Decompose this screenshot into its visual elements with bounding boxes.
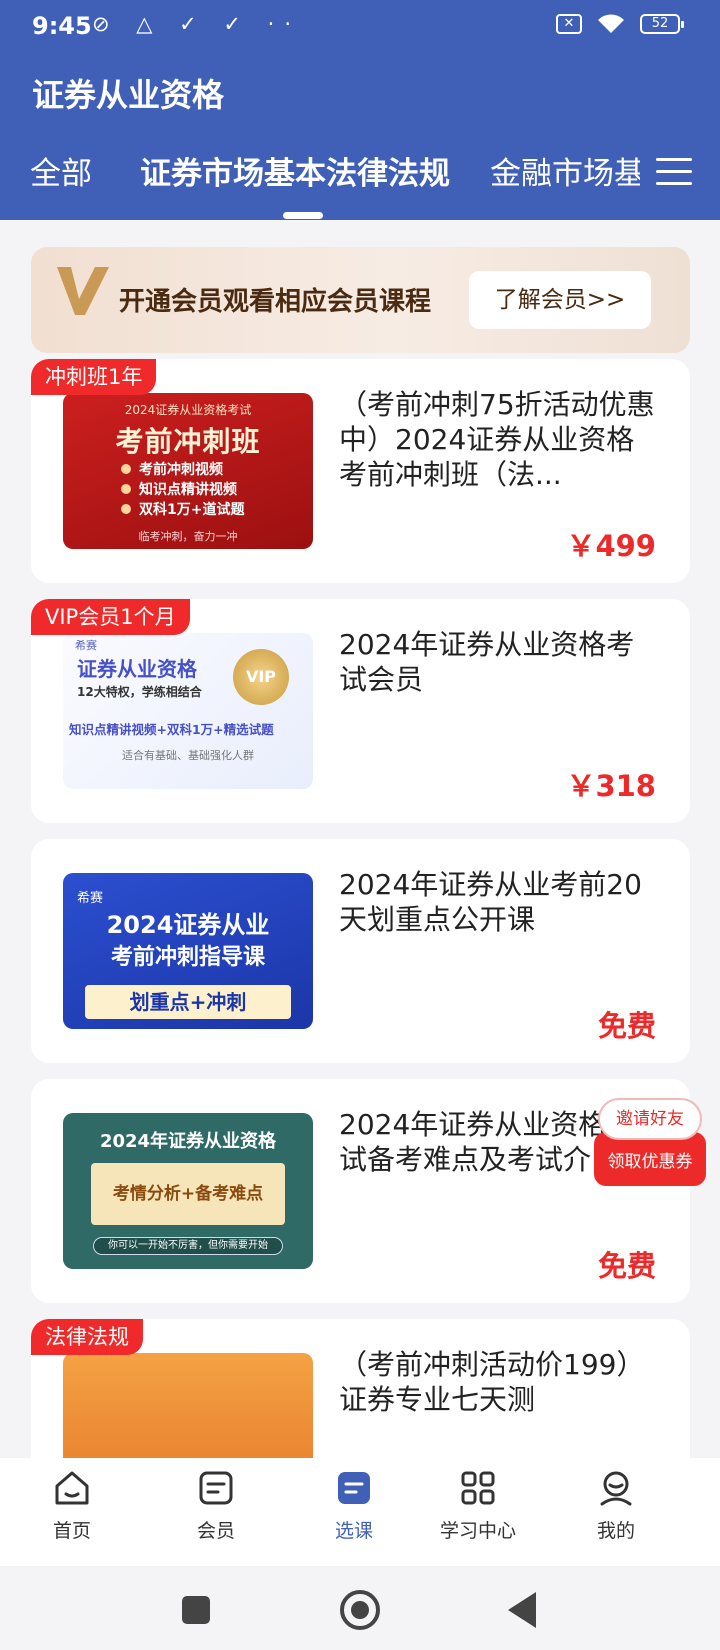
course-title: 2024年证券从业考前20天划重点公开课 [339,868,642,936]
tab-all[interactable]: 全部 [30,148,92,193]
nav-home[interactable]: 首页 [12,1468,132,1543]
thumb-text: 临考冲刺，奋力一冲 [138,530,238,543]
recent-apps-icon[interactable] [182,1596,210,1624]
thumb-text: 考前冲刺视频 [139,462,223,478]
vip-badge-icon: VIP [233,649,289,705]
course-price: 免费 [597,1009,656,1043]
nav-label: 会员 [196,1520,235,1542]
course-price: 免费 [597,1249,656,1283]
thumb-text: 2024年证券从业资格 [99,1131,277,1152]
course-title: （考前冲刺活动价199）证券专业七天测 [339,1348,645,1416]
home-button-icon[interactable] [340,1590,380,1630]
nav-member[interactable]: 会员 [156,1468,276,1543]
nav-label: 首页 [52,1520,91,1542]
vip-banner-text: 开通会员观看相应会员课程 [119,287,432,317]
vip-logo-icon [57,267,109,315]
back-icon[interactable] [508,1592,536,1628]
course-tag: 冲刺班1年 [31,359,157,395]
active-tab-indicator [283,212,323,219]
course-thumbnail: 2024年证券从业资格 考情分析+备考难点 你可以一开始不厉害，但你需要开始 [63,1113,313,1269]
thumb-text: 考情分析+备考难点 [91,1163,285,1225]
learn-membership-button[interactable]: 了解会员>> [469,271,651,329]
vip-banner[interactable]: 开通会员观看相应会员课程 了解会员>> [31,247,690,353]
invite-friends-label[interactable]: 邀请好友 [598,1098,702,1140]
app-header: 9:45 ⊘ △ ✓ ✓ ·· ✕ 52 证券从业资格 全部 证券市场基本法律法… [0,0,720,220]
thumb-text: 考前冲刺指导课 [110,945,265,970]
nav-study-center[interactable]: 学习中心 [418,1468,538,1543]
tab-securities-law[interactable]: 证券市场基本法律法规 [140,148,450,193]
nav-label: 学习中心 [439,1520,516,1542]
get-coupon-button[interactable]: 领取优惠券 [594,1132,706,1186]
nav-courses[interactable]: 选课 [294,1468,414,1543]
course-icon [334,1468,374,1508]
bottom-nav: 首页 会员 选课 学习中心 我的 [0,1458,720,1566]
thumb-text: 双科1万+道试题 [139,502,245,518]
nav-profile[interactable]: 我的 [556,1468,676,1543]
thumb-text: 划重点+冲刺 [85,985,291,1019]
course-card[interactable]: 法律法规 （考前冲刺活动价199）证券专业七天测 [31,1319,690,1458]
course-thumbnail: 希赛 2024证券从业 考前冲刺指导课 划重点+冲刺 [63,873,313,1029]
home-icon [52,1468,92,1508]
course-tag: 法律法规 [31,1319,143,1355]
invite-friends-float[interactable]: 领取优惠券 邀请好友 [594,1098,706,1190]
sim-off-icon: ✕ [556,14,582,34]
thumb-text: 12大特权，学练相结合 [77,685,202,699]
status-time: 9:45 [32,12,92,40]
page-title: 证券从业资格 [32,76,225,114]
thumb-text: 证券从业资格 [77,657,197,681]
menu-icon[interactable] [656,158,692,188]
course-thumbnail: 2024证券从业资格考试 考前冲刺班 考前冲刺视频 知识点精讲视频 双科1万+道… [63,393,313,549]
wifi-icon [596,13,626,35]
thumb-text: 2024证券从业 [106,911,270,939]
thumb-text: 知识点精讲视频 [139,482,237,498]
course-card[interactable]: 希赛 证券从业资格 12大特权，学练相结合 VIP 知识点精讲视频+双科1万+精… [31,599,690,823]
course-tag: VIP会员1个月 [31,599,190,635]
thumb-text: 适合有基础、基础强化人群 [122,749,254,762]
course-title: 2024年证券从业资格考试会员 [339,628,635,696]
nav-label: 选课 [334,1520,373,1542]
thumb-text: 希赛 [75,639,97,652]
course-thumbnail: 希赛 证券从业资格 12大特权，学练相结合 VIP 知识点精讲视频+双科1万+精… [63,633,313,789]
course-list[interactable]: 开通会员观看相应会员课程 了解会员>> 2024证券从业资格考试 考前冲刺班 考… [0,220,720,1458]
category-tabs: 全部 证券市场基本法律法规 金融市场基 [0,148,640,204]
course-price: ￥499 [566,529,656,563]
course-card[interactable]: 2024证券从业资格考试 考前冲刺班 考前冲刺视频 知识点精讲视频 双科1万+道… [31,359,690,583]
notification-icons: ⊘ △ ✓ ✓ ·· [92,12,301,36]
battery-icon: 52 [640,14,684,34]
course-price: ￥318 [566,769,656,803]
system-nav-bar [0,1566,720,1650]
course-card[interactable]: 希赛 2024证券从业 考前冲刺指导课 划重点+冲刺 2024年证券从业考前20… [31,839,690,1063]
thumb-text: 考前冲刺班 [115,425,261,458]
member-icon [196,1468,236,1508]
tab-financial-market[interactable]: 金融市场基 [490,148,640,193]
profile-icon [596,1468,636,1508]
course-title: （考前冲刺75折活动优惠中）2024证券从业资格考前冲刺班（法... [339,388,655,491]
course-card[interactable]: 2024年证券从业资格 考情分析+备考难点 你可以一开始不厉害，但你需要开始 2… [31,1079,690,1303]
study-center-icon [458,1468,498,1508]
thumb-text: 知识点精讲视频+双科1万+精选试题 [69,722,274,737]
status-bar: 9:45 ⊘ △ ✓ ✓ ·· ✕ 52 [0,0,720,52]
course-thumbnail [63,1353,313,1458]
thumb-text: 2024证券从业资格考试 [124,403,252,417]
nav-label: 我的 [596,1520,635,1542]
thumb-text: 你可以一开始不厉害，但你需要开始 [93,1237,283,1255]
thumb-text: 希赛 [77,891,104,906]
